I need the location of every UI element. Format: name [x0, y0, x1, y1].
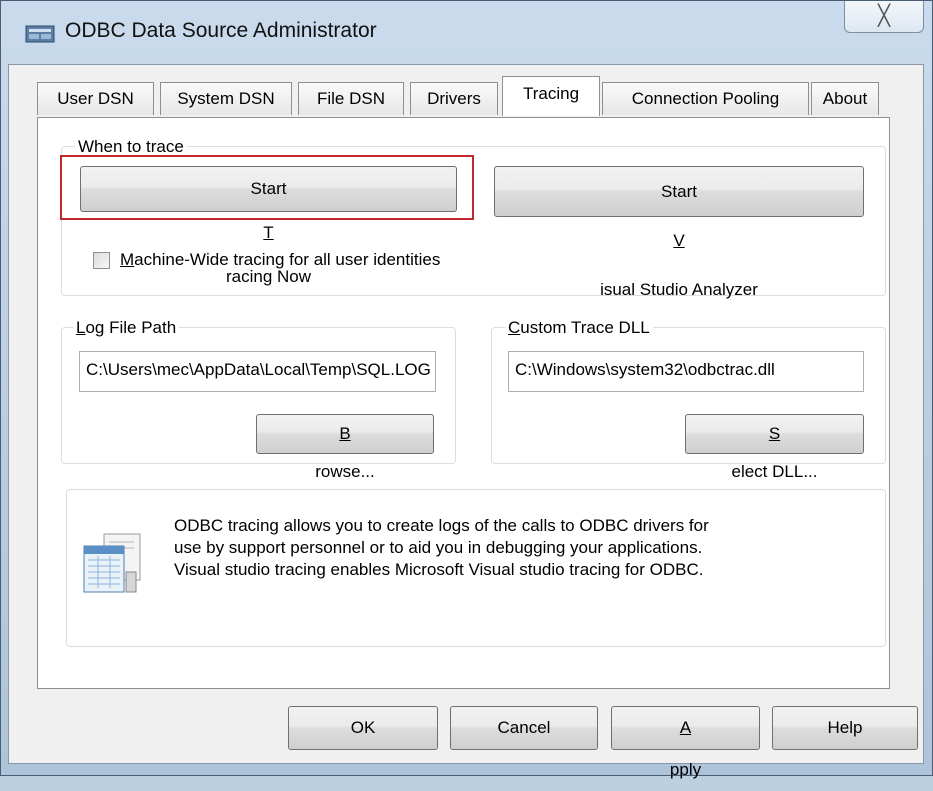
tab-about[interactable]: About: [811, 82, 879, 115]
window-title: ODBC Data Source Administrator: [65, 19, 377, 42]
title-bar[interactable]: ODBC Data Source Administrator ╳: [1, 1, 932, 65]
tab-file-dsn[interactable]: File DSN: [298, 82, 404, 115]
machine-wide-checkbox[interactable]: [93, 252, 110, 269]
cancel-label: Cancel: [497, 718, 551, 737]
start-tracing-accel: T: [263, 223, 274, 242]
ok-button[interactable]: OK: [288, 706, 438, 750]
info-line-3: Visual studio tracing enables Microsoft …: [174, 560, 704, 579]
cancel-button[interactable]: Cancel: [450, 706, 598, 750]
log-document-icon: [83, 533, 141, 593]
custom-trace-dll-input[interactable]: C:\Windows\system32\odbctrac.dll: [508, 351, 864, 392]
tab-drivers[interactable]: Drivers: [410, 82, 498, 115]
tracing-info-text: ODBC tracing allows you to create logs o…: [174, 515, 874, 581]
start-visual-studio-analyzer-button[interactable]: Start Visual Studio Analyzer: [494, 166, 864, 299]
start-tracing-now-button[interactable]: Start Tracing Now: [80, 166, 457, 286]
tab-system-dsn[interactable]: System DSN: [160, 82, 292, 115]
tab-tracing[interactable]: Tracing: [502, 76, 600, 116]
apply-button[interactable]: Apply: [611, 706, 760, 779]
help-label: Help: [827, 718, 863, 737]
close-icon: ╳: [877, 3, 891, 27]
browse-button[interactable]: Browse...: [256, 414, 434, 481]
apply-label: pply: [669, 760, 702, 779]
info-line-2: use by support personnel or to aid you i…: [174, 538, 703, 557]
odbc-app-icon: [25, 25, 55, 43]
ok-label: OK: [350, 718, 376, 737]
close-button[interactable]: ╳: [844, 1, 924, 33]
help-button[interactable]: Help: [772, 706, 918, 750]
machine-wide-label-text: achine-Wide tracing for all user identit…: [134, 250, 441, 269]
browse-accel: B: [339, 424, 351, 443]
vs-analyzer-accel: V: [673, 231, 685, 250]
machine-wide-accel: M: [120, 250, 135, 269]
log-file-legend-text: og File Path: [85, 318, 177, 337]
info-line-1: ODBC tracing allows you to create logs o…: [174, 516, 709, 535]
machine-wide-label[interactable]: Machine-Wide tracing for all user identi…: [120, 250, 440, 270]
log-file-path-legend: Log File Path: [73, 318, 180, 338]
apply-accel: A: [679, 718, 692, 737]
vs-analyzer-label-b: isual Studio Analyzer: [600, 280, 758, 299]
select-dll-label: elect DLL...: [731, 462, 818, 481]
tab-connection-pooling[interactable]: Connection Pooling: [602, 82, 809, 115]
custom-dll-accel: C: [508, 318, 521, 337]
browse-label: rowse...: [315, 462, 375, 481]
start-tracing-label-a: Start: [250, 179, 287, 198]
custom-trace-dll-legend: Custom Trace DLL: [505, 318, 653, 338]
select-dll-button[interactable]: Select DLL...: [685, 414, 864, 481]
tab-user-dsn[interactable]: User DSN: [37, 82, 154, 115]
vs-analyzer-label-a: Start: [661, 182, 697, 201]
select-dll-accel: S: [768, 424, 781, 443]
custom-dll-legend-text: ustom Trace DLL: [520, 318, 650, 337]
when-to-trace-legend: When to trace: [75, 137, 187, 157]
log-file-path-input[interactable]: C:\Users\mec\AppData\Local\Temp\SQL.LOG: [79, 351, 436, 392]
